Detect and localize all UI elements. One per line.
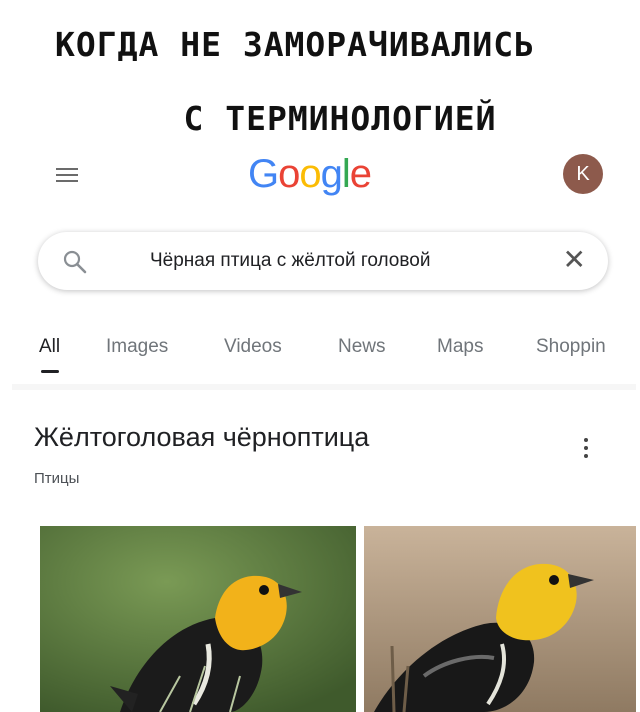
logo-letter: l [341, 152, 351, 196]
bird-image-1[interactable] [40, 526, 356, 712]
tab-maps[interactable]: Maps [437, 336, 483, 358]
bird-image-2[interactable] [364, 526, 636, 712]
knowledge-panel-title: Жёлтоголовая чёрноптица [34, 422, 370, 452]
logo-letter: g [320, 152, 343, 196]
menu-icon[interactable] [56, 168, 78, 182]
google-search-screen: Google K Чёрная птица с жёлтой головой ✕… [12, 146, 636, 712]
logo-letter: o [278, 152, 300, 196]
tab-videos[interactable]: Videos [224, 336, 282, 358]
logo-letter: e [349, 152, 372, 196]
caption-line-2: С ТЕРМИНОЛОГИЕЙ [183, 99, 497, 138]
tab-all[interactable]: All [39, 336, 60, 358]
active-tab-indicator [41, 370, 59, 373]
tab-news[interactable]: News [338, 336, 386, 358]
clear-icon[interactable]: ✕ [563, 242, 586, 278]
account-avatar[interactable]: K [563, 154, 603, 194]
top-bar: Google K [12, 146, 636, 216]
caption-line-1: КОГДА НЕ ЗАМОРАЧИВАЛИСЬ [55, 25, 535, 64]
google-logo[interactable]: Google [248, 152, 372, 197]
logo-letter: o [299, 152, 321, 196]
search-icon[interactable] [62, 249, 88, 275]
knowledge-panel-subtitle: Птицы [34, 470, 80, 487]
search-tabs: All Images Videos News Maps Shoppin [12, 332, 636, 385]
tab-images[interactable]: Images [106, 336, 168, 358]
logo-letter: G [248, 152, 279, 196]
divider [12, 384, 636, 390]
more-options-icon[interactable] [584, 438, 588, 458]
search-box[interactable]: Чёрная птица с жёлтой головой ✕ [38, 232, 608, 290]
tab-shopping[interactable]: Shoppin [536, 336, 606, 358]
search-input[interactable]: Чёрная птица с жёлтой головой [150, 250, 430, 272]
meme-caption: КОГДА НЕ ЗАМОРАЧИВАЛИСЬ С ТЕРМИНОЛОГИЕЙ [0, 8, 640, 156]
